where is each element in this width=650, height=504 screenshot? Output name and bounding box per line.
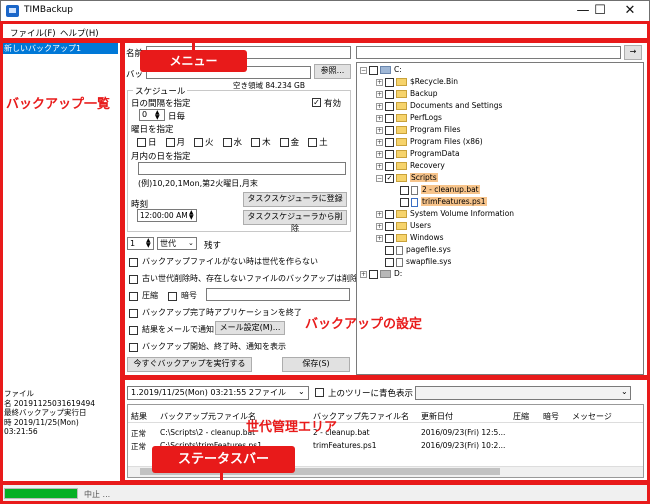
- menu-callout-pointer: [192, 40, 195, 50]
- close-button[interactable]: ✕: [610, 2, 650, 20]
- settings-callout: バックアップの設定: [305, 317, 423, 332]
- status-highlight-box: [0, 482, 650, 504]
- backup-list-callout: バックアップ一覧: [6, 97, 111, 112]
- status-callout: ステータスバー: [152, 446, 295, 473]
- window-title: TIMBackup: [24, 5, 73, 15]
- generation-callout: 世代管理エリア: [246, 420, 338, 435]
- menu-highlight-box: [0, 21, 650, 41]
- menu-callout: メニュー: [140, 50, 247, 72]
- status-callout-pointer: [220, 472, 223, 483]
- app-icon: [6, 5, 19, 17]
- window-titlebar: [0, 0, 650, 23]
